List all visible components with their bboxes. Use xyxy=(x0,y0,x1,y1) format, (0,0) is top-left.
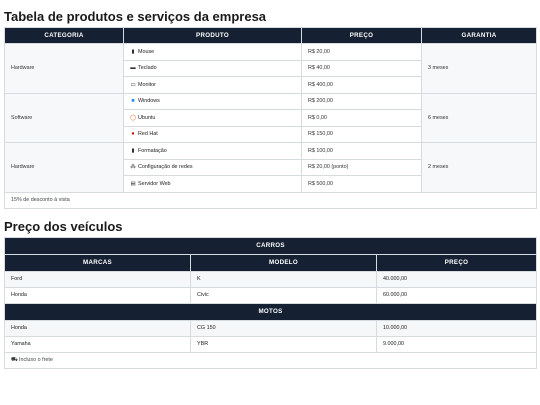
table-row: Yamaha YBR 9.000,00 xyxy=(4,335,537,353)
server-icon: ▤ xyxy=(130,180,136,187)
price-cell: R$ 100,00 xyxy=(301,142,422,160)
product-cell: ⁂ Configuração de redes xyxy=(123,158,302,176)
price-cell: R$ 200,00 xyxy=(301,92,422,110)
price-cell: R$ 0,00 xyxy=(301,109,422,127)
product-cell: ▮ Formatação xyxy=(123,142,302,160)
brand-cell: Ford xyxy=(4,270,191,288)
shipping-note-text: Incluso o frete xyxy=(19,356,53,363)
product-cell: ▭ Monitor xyxy=(123,76,302,94)
table-row: Honda CG 150 10.000,00 xyxy=(4,319,537,337)
table-row: Hardware ▮ Formatação R$ 100,00 2 meses xyxy=(4,142,537,193)
network-icon: ⁂ xyxy=(130,164,136,171)
products-table: CATEGORIA PRODUTO PREÇO GARANTIA Hardwar… xyxy=(4,27,537,209)
table-row: Ford K 40.000,00 xyxy=(4,270,537,288)
product-name: Formatação xyxy=(138,147,167,154)
header-marcas: MARCAS xyxy=(4,253,191,272)
product-name: Red Hat xyxy=(138,131,158,138)
model-cell: K xyxy=(190,270,377,288)
price-cell: R$ 500,00 xyxy=(301,175,422,193)
vehicles-footer-row: ⛟Incluso o frete xyxy=(4,351,537,369)
category-cell: Hardware xyxy=(4,43,124,94)
category-cell: Software xyxy=(4,92,124,143)
product-name: Windows xyxy=(138,98,160,105)
price-cell: 9.000,00 xyxy=(376,335,537,353)
model-cell: CG 150 xyxy=(190,319,377,337)
header-produto: PRODUTO xyxy=(123,27,302,44)
header-preco: PREÇO xyxy=(376,253,537,272)
table-row: Hardware ▮ Mouse R$ 20,00 3 meses xyxy=(4,43,537,94)
vehicles-table: CARROS MARCAS MODELO PREÇO Ford K 40.000… xyxy=(4,236,537,369)
vehicles-header-row: MARCAS MODELO PREÇO xyxy=(4,253,537,272)
header-preco: PREÇO xyxy=(301,27,422,44)
motos-section-row: MOTOS xyxy=(4,302,537,321)
products-title: Tabela de produtos e serviços da empresa xyxy=(4,9,267,24)
motos-section-header: MOTOS xyxy=(4,302,537,321)
header-modelo: MODELO xyxy=(190,253,377,272)
product-name: Ubuntu xyxy=(138,114,156,121)
model-cell: YBR xyxy=(190,335,377,353)
table-row: Software ■ Windows R$ 200,00 6 meses xyxy=(4,92,537,143)
header-garantia: GARANTIA xyxy=(421,27,537,44)
price-cell: 60.000,00 xyxy=(376,286,537,304)
keyboard-icon: ▬ xyxy=(130,65,136,72)
brand-cell: Yamaha xyxy=(4,335,191,353)
product-cell: ▮ Mouse xyxy=(123,43,302,61)
product-name: Servidor Web xyxy=(138,180,171,187)
category-cell: Hardware xyxy=(4,142,124,193)
windows-icon: ■ xyxy=(131,98,135,105)
cars-section-header: CARROS xyxy=(4,236,537,255)
product-name: Configuração de redes xyxy=(138,164,193,171)
ubuntu-icon: ◯ xyxy=(130,114,137,121)
header-categoria: CATEGORIA xyxy=(4,27,124,44)
price-cell: R$ 40,00 xyxy=(301,59,422,77)
product-cell: ▬ Teclado xyxy=(123,59,302,77)
shipping-note: ⛟Incluso o frete xyxy=(4,351,537,369)
monitor-icon: ▭ xyxy=(130,81,136,88)
price-cell: 10.000,00 xyxy=(376,319,537,337)
brand-cell: Honda xyxy=(4,286,191,304)
products-header-row: CATEGORIA PRODUTO PREÇO GARANTIA xyxy=(4,27,537,44)
redhat-icon: ● xyxy=(131,131,135,138)
products-footer-row: 15% de desconto à vista xyxy=(4,191,537,209)
brand-cell: Honda xyxy=(4,319,191,337)
product-cell: ◯ Ubuntu xyxy=(123,109,302,127)
product-cell: ▤ Servidor Web xyxy=(123,175,302,193)
warranty-cell: 3 meses xyxy=(421,43,537,94)
product-name: Monitor xyxy=(138,81,156,88)
vehicles-title: Preço dos veículos xyxy=(4,218,123,234)
product-name: Mouse xyxy=(138,48,155,55)
price-cell: R$ 20,00 (ponto) xyxy=(301,158,422,176)
cars-section-row: CARROS xyxy=(4,236,537,255)
warranty-cell: 2 meses xyxy=(421,142,537,193)
price-cell: R$ 150,00 xyxy=(301,125,422,143)
price-cell: R$ 400,00 xyxy=(301,76,422,94)
price-cell: 40.000,00 xyxy=(376,270,537,288)
model-cell: Civic xyxy=(190,286,377,304)
mouse-icon: ▮ xyxy=(131,48,135,55)
product-name: Teclado xyxy=(138,65,157,72)
warranty-cell: 6 meses xyxy=(421,92,537,143)
clipboard-icon: ▮ xyxy=(131,147,135,154)
product-cell: ■ Windows xyxy=(123,92,302,110)
price-cell: R$ 20,00 xyxy=(301,43,422,61)
table-row: Honda Civic 60.000,00 xyxy=(4,286,537,304)
product-cell: ● Red Hat xyxy=(123,125,302,143)
truck-icon: ⛟ xyxy=(11,356,18,363)
discount-note: 15% de desconto à vista xyxy=(4,191,537,209)
